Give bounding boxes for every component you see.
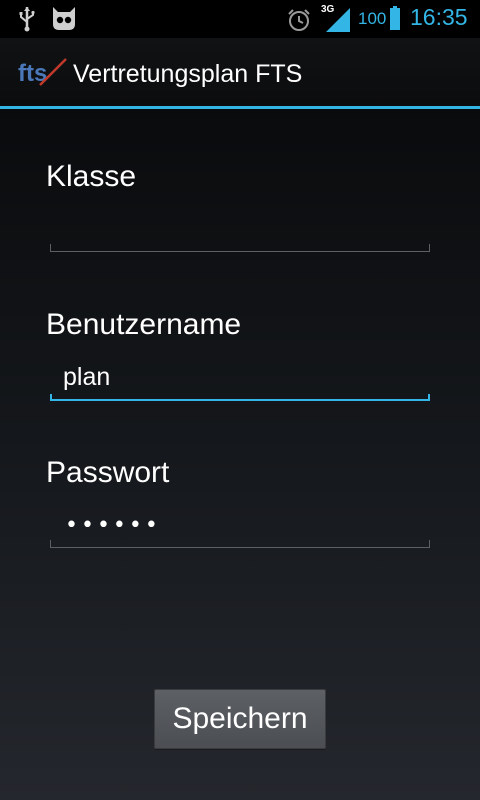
settings-form: Klasse Benutzername plan Passwort ••••••… [0,109,480,800]
battery-icon [390,6,400,30]
alarm-icon [288,9,310,31]
action-bar: fts Vertretungsplan FTS [0,38,480,109]
klasse-underline [50,244,430,252]
save-button[interactable]: Speichern [154,689,326,749]
passwort-underline [50,540,430,548]
passwort-input[interactable]: •••••• [50,500,430,548]
cyanogenmod-icon [53,7,75,30]
benutzername-value: plan [63,363,111,391]
clock: 16:35 [410,4,468,30]
benutzername-label: Benutzername [46,308,242,341]
benutzername-input[interactable]: plan [50,353,430,401]
klasse-input[interactable] [50,204,430,252]
usb-icon [19,7,35,32]
benutzername-underline [50,394,430,401]
klasse-label: Klasse [46,160,137,193]
app-logo-icon[interactable]: fts [18,57,68,87]
passwort-masked-value: •••••• [65,513,161,538]
battery-level: 100 [358,9,387,28]
signal-icon [326,8,350,32]
passwort-label: Passwort [46,456,170,489]
app-title: Vertretungsplan FTS [73,60,303,88]
status-bar: 3G 100 16:35 [0,0,480,38]
